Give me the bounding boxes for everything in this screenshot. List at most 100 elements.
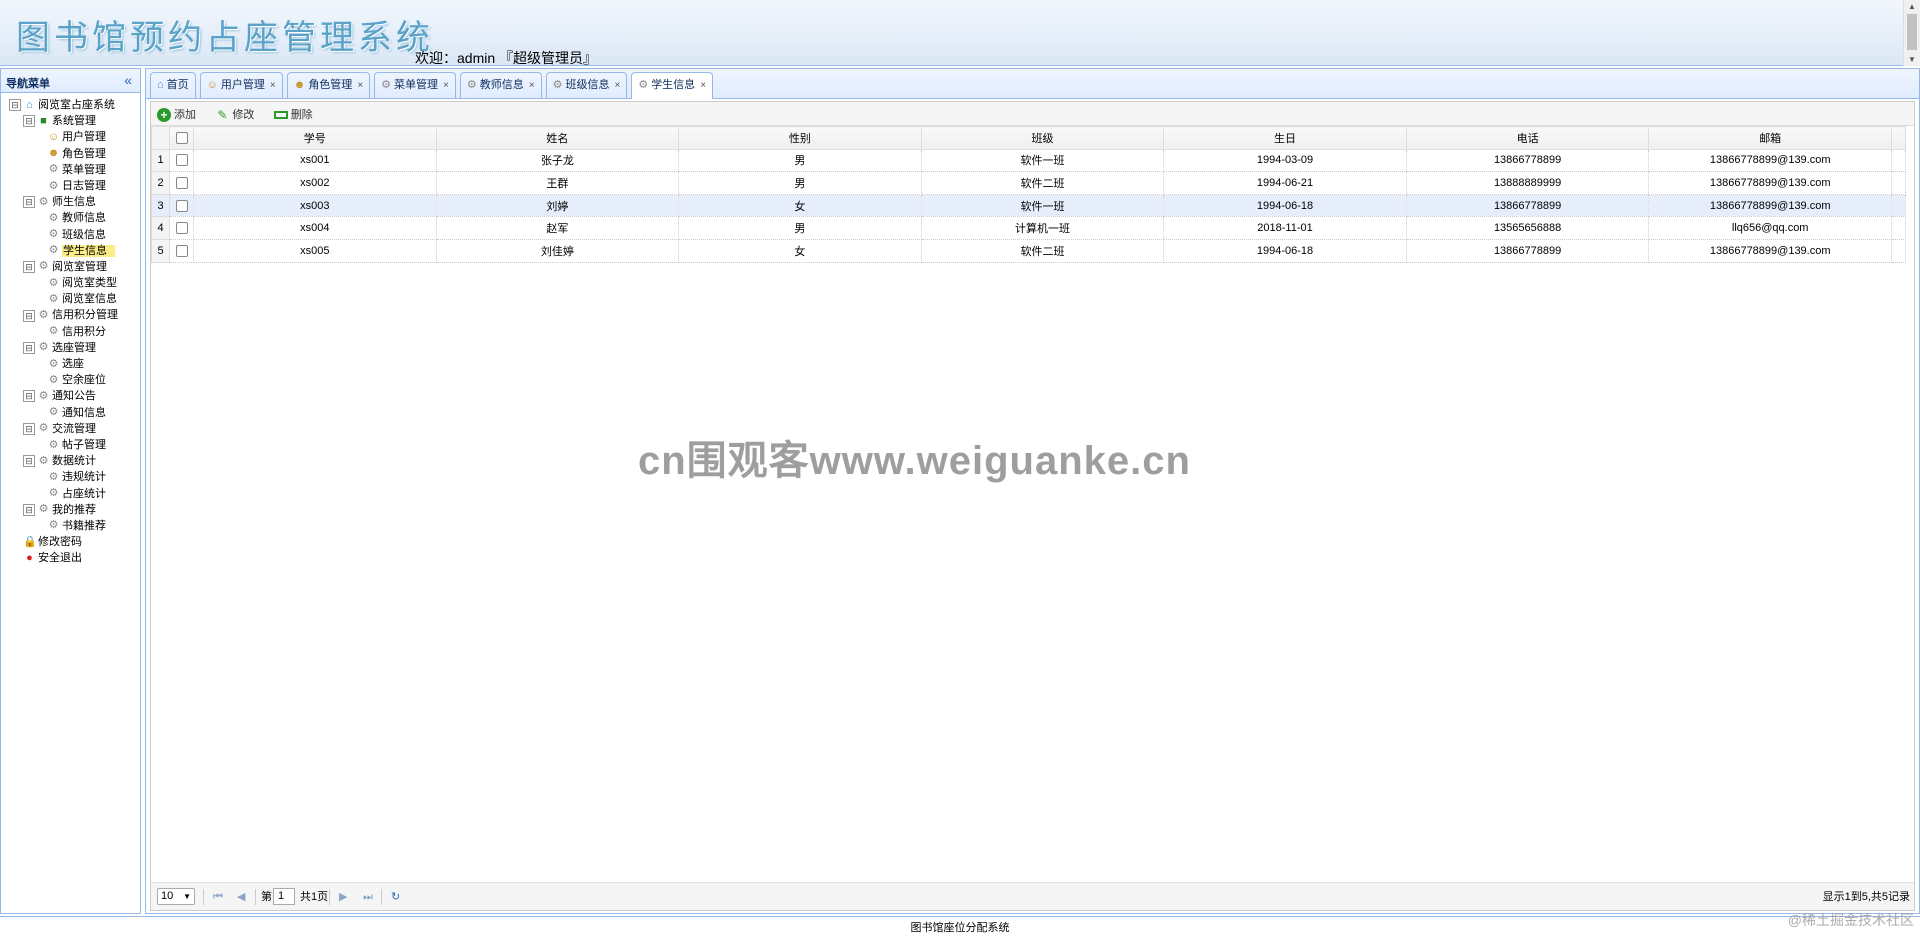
nav-item[interactable]: ⚙ 教师信息 xyxy=(1,210,140,226)
close-icon[interactable]: × xyxy=(529,80,535,91)
table-row[interactable]: 5 xs005 刘佳婷女软件二班 1994-06-18 13866778899 13866… xyxy=(151,238,1906,263)
tree-toggle-icon[interactable]: ⊟ xyxy=(23,503,35,516)
nav-item[interactable]: ⊟ ⚙ 我的推荐 xyxy=(1,502,140,518)
column-header[interactable]: 电话 xyxy=(1405,126,1650,150)
table-cell: 13888889999 xyxy=(1405,171,1650,195)
nav-item[interactable]: ⚙ 班级信息 xyxy=(1,227,140,243)
nav-item[interactable]: ⚙ 菜单管理 xyxy=(1,162,140,178)
table-cell: 13565656888 xyxy=(1405,216,1650,240)
nav-item[interactable]: ⊟ ⚙ 师生信息 xyxy=(1,194,140,210)
table-cell: 王群 xyxy=(435,171,680,195)
nav-item-label: 日志管理 xyxy=(62,179,106,192)
tree-toggle-icon[interactable]: ⊟ xyxy=(23,309,35,322)
column-header[interactable]: 生日 xyxy=(1163,126,1407,150)
nav-item[interactable]: ☻ 角色管理 xyxy=(1,146,140,162)
page-number-input[interactable]: 1 xyxy=(273,888,295,905)
nav-item[interactable]: ● 安全退出 xyxy=(1,550,140,566)
next-page-icon[interactable]: ▶ xyxy=(339,883,347,911)
table-row[interactable]: 3 xs003 刘婷女软件一班 1994-06-18 13866778899 138667… xyxy=(151,193,1906,218)
tab[interactable]: ⚙ 教师信息 × xyxy=(459,72,542,98)
table-row[interactable]: 2 xs002 王群男软件二班 1994-06-21 13888889999 138667… xyxy=(151,171,1906,195)
tree-toggle-icon[interactable]: ⊟ xyxy=(23,341,35,354)
gear-icon: ⚙ xyxy=(38,389,49,402)
close-icon[interactable]: × xyxy=(270,80,276,91)
select-all-checkbox[interactable] xyxy=(175,131,188,144)
scroll-down-icon[interactable]: ▼ xyxy=(1908,55,1916,64)
nav-item[interactable]: ☺ 用户管理 xyxy=(1,129,140,145)
tab-label: 首页 xyxy=(166,79,189,91)
column-header[interactable]: 学号 xyxy=(193,126,437,150)
tree-toggle-icon[interactable]: ⊟ xyxy=(23,455,35,468)
tab[interactable]: ⚙ 班级信息 × xyxy=(545,72,628,98)
tab[interactable]: ⚙ 菜单管理 × xyxy=(374,72,456,98)
tree-toggle-icon[interactable]: ⊟ xyxy=(23,260,35,273)
nav-item[interactable]: ⊟ ⚙ 阅览室管理 xyxy=(1,259,140,275)
edit-button[interactable]: ✎ 修改 xyxy=(215,103,254,127)
column-header[interactable]: 班级 xyxy=(920,126,1165,150)
nav-item[interactable]: ⚙ 书籍推荐 xyxy=(1,518,140,534)
row-checkbox[interactable] xyxy=(175,244,188,257)
nav-item[interactable]: ⚙ 空余座位 xyxy=(1,372,140,388)
table-cell: xs005 xyxy=(193,238,437,263)
close-icon[interactable]: × xyxy=(700,80,706,91)
close-icon[interactable]: × xyxy=(614,80,620,91)
row-checkbox[interactable] xyxy=(175,177,188,190)
nav-item[interactable]: ⚙ 违规统计 xyxy=(1,469,140,485)
delete-button[interactable]: 删除 xyxy=(273,103,313,127)
refresh-icon[interactable]: ↻ xyxy=(391,883,400,911)
nav-item[interactable]: ⊟ ⚙ 交流管理 xyxy=(1,421,140,437)
tab[interactable]: ☺ 用户管理 × xyxy=(199,72,283,98)
nav-item[interactable]: ⊟ ⚙ 数据统计 xyxy=(1,453,140,469)
nav-item-label: 选座 xyxy=(62,358,84,370)
close-icon[interactable]: × xyxy=(443,80,449,91)
tab-label: 学生信息 xyxy=(651,79,696,91)
nav-item[interactable]: ⚙ 占座统计 xyxy=(1,486,140,502)
scroll-up-icon[interactable]: ▲ xyxy=(1908,2,1916,11)
tree-toggle-icon[interactable]: ⊟ xyxy=(23,196,35,209)
close-icon[interactable]: × xyxy=(357,80,363,91)
nav-item[interactable]: ⚙ 帖子管理 xyxy=(1,437,140,453)
nav-item[interactable]: ⚙ 阅览室类型 xyxy=(1,275,140,291)
tab[interactable]: ⚙ 学生信息 × xyxy=(631,72,714,99)
add-button[interactable]: + 添加 xyxy=(157,103,196,127)
tree-toggle-icon[interactable]: ⊟ xyxy=(23,115,35,128)
nav-item[interactable]: ⊟ ⚙ 信用积分管理 xyxy=(1,307,140,323)
page-size-select[interactable]: 10 ▼ xyxy=(157,888,195,905)
scrollbar-thumb[interactable] xyxy=(1907,14,1917,50)
nav-item[interactable]: ⚙ 学生信息 xyxy=(1,243,140,259)
nav-item[interactable]: ⊟ ⚙ 选座管理 xyxy=(1,340,140,356)
tab[interactable]: ⌂ 首页 xyxy=(150,72,196,98)
table-row[interactable]: 1 xs001 张子龙男软件一班 1994-03-09 13866778899 13866… xyxy=(151,148,1906,173)
column-header[interactable]: 邮箱 xyxy=(1648,126,1892,150)
collapse-icon[interactable]: « xyxy=(124,72,132,88)
nav-item[interactable]: ⊟ ■ 系统管理 xyxy=(1,113,140,129)
row-checkbox[interactable] xyxy=(175,154,188,167)
nav-item[interactable]: ⚙ 选座 xyxy=(1,356,140,372)
column-header[interactable]: 性别 xyxy=(678,126,922,150)
nav-tree: ⊟ ⌂ 阅览室占座系统 ⊟ ■ 系统管理 ☺ 用户管理 ☻ 角色管理 ⚙ 菜单管理 ⚙ 日志管理 ⊟ ⚙ 师生信… xyxy=(1,93,140,566)
nav-item[interactable]: ⚙ 日志管理 xyxy=(1,178,140,194)
tab[interactable]: ☻ 角色管理 × xyxy=(286,72,371,98)
tree-toggle-icon[interactable]: ⊟ xyxy=(23,422,35,435)
header-scrollbar[interactable]: ▲ ▼ xyxy=(1903,0,1920,66)
prev-page-icon[interactable]: ◀ xyxy=(237,883,245,911)
user-icon: ☺ xyxy=(206,79,218,91)
nav-item[interactable]: ⚙ 信用积分 xyxy=(1,324,140,340)
last-page-icon[interactable]: ⏭ xyxy=(363,883,373,911)
row-checkbox[interactable] xyxy=(175,199,188,212)
row-checkbox[interactable] xyxy=(175,222,188,235)
table-cell: 13866778899@139.com xyxy=(1648,148,1892,173)
first-page-icon[interactable]: ⏮ xyxy=(213,883,223,911)
nav-item[interactable]: ⊟ ⚙ 通知公告 xyxy=(1,388,140,404)
nav-item-label: 通知信息 xyxy=(62,406,106,419)
table-row[interactable]: 4 xs004 赵军男计算机一班 2018-11-01 13565656888 llq65… xyxy=(151,216,1906,240)
tree-toggle-icon[interactable]: ⊟ xyxy=(9,99,21,112)
nav-item[interactable]: ⚙ 通知信息 xyxy=(1,405,140,421)
column-header[interactable]: 姓名 xyxy=(435,126,680,150)
nav-item-label: 信用积分管理 xyxy=(52,309,118,322)
nav-item[interactable]: ⚙ 阅览室信息 xyxy=(1,291,140,307)
nav-item[interactable]: ⊟ ⌂ 阅览室占座系统 xyxy=(1,97,140,113)
plus-icon: + xyxy=(157,108,171,123)
nav-item[interactable]: 🔒修改密码 xyxy=(1,534,140,550)
tree-toggle-icon[interactable]: ⊟ xyxy=(23,390,35,403)
